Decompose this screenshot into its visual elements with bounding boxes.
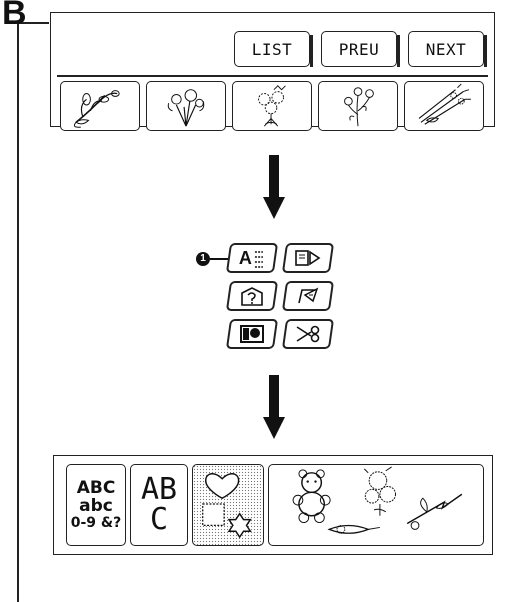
flower-pattern-2-icon	[167, 89, 205, 127]
edit-key[interactable]	[281, 281, 335, 311]
section-label: B	[2, 0, 27, 32]
list-button[interactable]: LIST	[234, 31, 313, 67]
flower-pattern-3-icon	[258, 85, 286, 127]
flower-pattern-button-4[interactable]	[318, 81, 398, 131]
frame-shapes-icon	[202, 473, 252, 539]
next-button[interactable]: NEXT	[408, 31, 487, 67]
edit-icon	[298, 287, 319, 304]
memory-key[interactable]	[225, 281, 279, 311]
flower-pattern-button-1[interactable]	[60, 81, 140, 131]
alphabet-lowercase-label: abc	[79, 496, 113, 517]
card-icon	[240, 325, 264, 343]
text-lines-icon	[254, 250, 263, 267]
flower-pattern-4-icon	[344, 87, 374, 127]
embroidery-motifs-icon	[292, 466, 463, 534]
alphabet-numbers-label: 0-9 &?	[70, 514, 122, 531]
flower-pattern-button-3[interactable]	[232, 81, 312, 131]
cut-key[interactable]	[281, 319, 335, 349]
flower-pattern-button-5[interactable]	[404, 81, 484, 131]
character-key[interactable]: A	[225, 243, 279, 273]
divider	[57, 75, 488, 77]
card-key[interactable]	[225, 319, 279, 349]
frame-shapes-button[interactable]	[192, 464, 264, 546]
down-arrow	[263, 155, 285, 219]
memory-icon	[241, 287, 263, 306]
manual-illustration: B LIST PREU NEXT 1 A ABC abc 0-9 &? AB C	[0, 0, 527, 602]
down-arrow	[263, 375, 285, 439]
callout-marker: 1	[196, 252, 210, 266]
large-alphabet-line1: AB	[140, 472, 178, 507]
alphabet-uppercase-label: ABC	[76, 477, 116, 498]
flower-pattern-5-icon	[418, 83, 471, 125]
flower-pattern-1-icon	[73, 90, 120, 128]
callout-line	[210, 258, 228, 260]
pattern-selection-screen: LIST PREU NEXT	[50, 12, 495, 131]
small-alphabet-button[interactable]: ABC abc 0-9 &?	[66, 464, 126, 546]
frame-key[interactable]	[281, 243, 335, 273]
frame-line	[17, 22, 19, 602]
category-selection-screen: ABC abc 0-9 &? AB C	[53, 455, 493, 555]
flower-pattern-button-2[interactable]	[146, 81, 226, 131]
large-alphabet-button[interactable]: AB C	[130, 464, 188, 546]
character-key-label: A	[238, 247, 252, 268]
prev-button[interactable]: PREU	[321, 31, 400, 67]
large-alphabet-line2: C	[149, 502, 169, 537]
embroidery-motifs-button[interactable]	[268, 464, 484, 546]
scissors-icon	[296, 325, 320, 343]
frame-pattern-icon	[295, 250, 321, 266]
